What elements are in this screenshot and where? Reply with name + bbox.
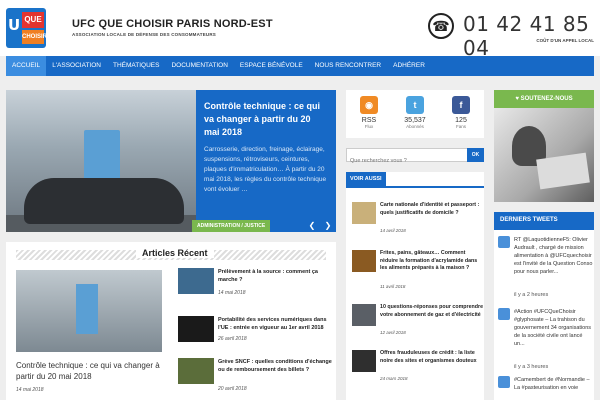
logo-que: QUE	[22, 12, 44, 28]
article-date: 20 avril 2018	[218, 386, 247, 392]
article-title[interactable]: 10 questions-réponses pour comprendre vo…	[380, 304, 484, 319]
phone-icon: ☎	[428, 13, 454, 39]
nav-association[interactable]: L'ASSOCIATION	[46, 56, 107, 76]
social-rss[interactable]: ◉ RSS Flux	[346, 96, 392, 129]
rss-icon: ◉	[360, 96, 378, 114]
twitter-avatar-icon[interactable]	[498, 376, 510, 388]
site-title[interactable]: UFC QUE CHOISIR PARIS NORD-EST	[72, 18, 273, 30]
logo-choisir: CHOISIR	[22, 30, 47, 44]
twitter-icon: t	[406, 96, 424, 114]
article-date: 14 mai 2018	[218, 290, 246, 296]
article-date: 14 avril 2018	[380, 228, 406, 233]
recent-featured-image-machine	[76, 284, 98, 334]
recent-articles: Articles Récent Contrôle technique : ce …	[6, 242, 336, 400]
article-thumbnail[interactable]	[178, 316, 214, 342]
recent-featured-title[interactable]: Contrôle technique : ce qui va changer à…	[16, 360, 166, 382]
voir-aussi-widget: VOIR AUSSI Carte nationale d'identité et…	[346, 172, 484, 400]
support-label: SOUTENEZ-NOUS	[520, 96, 573, 102]
social-label: Fans	[455, 124, 466, 129]
nav-nous-rencontrer[interactable]: NOUS RENCONTRER	[309, 56, 387, 76]
article-thumbnail[interactable]	[352, 304, 376, 326]
search-button[interactable]: OK	[467, 148, 484, 162]
article-title[interactable]: Offres frauduleuses de crédit : la liste…	[380, 350, 484, 365]
list-item: Carte nationale d'identité et passeport …	[352, 202, 482, 236]
article-date: 26 avril 2018	[218, 336, 247, 342]
nav-thematiques[interactable]: THÉMATIQUES	[107, 56, 165, 76]
article-thumbnail[interactable]	[352, 250, 376, 272]
article-date: 11 avril 2018	[380, 284, 406, 289]
search-box: OK	[346, 148, 484, 167]
support-photo-paper	[536, 152, 590, 190]
slide-image[interactable]	[6, 90, 196, 232]
tweet: #Camembert de #Normandie – La #pasteuris…	[498, 376, 592, 400]
social-count: RSS	[361, 117, 377, 124]
article-date: 12 avril 2018	[380, 330, 406, 335]
article-title[interactable]: Portabilité des services numériques dans…	[218, 316, 338, 332]
article-thumbnail[interactable]	[178, 268, 214, 294]
site-header: U QUE CHOISIR UFC QUE CHOISIR PARIS NORD…	[0, 0, 600, 60]
social-twitter[interactable]: t 35,537 Abonnés	[392, 96, 438, 129]
tweet: #Action #UFCQueChoisir #glyphosate – La …	[498, 308, 592, 372]
slide-excerpt: Carrosserie, direction, freinage, éclair…	[204, 146, 327, 193]
slide-panel: Contrôle technique : ce qui va changer à…	[196, 90, 336, 232]
search-input[interactable]	[347, 155, 465, 167]
article-title[interactable]: Prélèvement à la source : comment ça mar…	[218, 268, 338, 284]
list-item: Portabilité des services numériques dans…	[178, 316, 338, 346]
social-count: 35,537	[404, 117, 426, 124]
slide-category-badge[interactable]: ADMINISTRATION / JUSTICE	[192, 220, 271, 232]
social-label: Flux	[364, 124, 374, 129]
article-title[interactable]: Grève SNCF : quelles conditions d'échang…	[218, 358, 338, 374]
slide-title[interactable]: Contrôle technique : ce qui va changer à…	[204, 100, 328, 139]
support-photo[interactable]	[494, 108, 594, 202]
site-logo[interactable]: U QUE CHOISIR	[6, 8, 47, 48]
social-count: 125	[455, 117, 467, 124]
nav-espace-benevole[interactable]: ESPACE BÉNÉVOLE	[234, 56, 309, 76]
social-counters: ◉ RSS Flux t 35,537 Abonnés f 125 Fans	[346, 90, 484, 138]
tweet-text[interactable]: #Action #UFCQueChoisir #glyphosate – La …	[514, 308, 594, 348]
slider-prev-icon[interactable]: ❮	[306, 220, 318, 232]
slide-image-car	[24, 178, 184, 224]
article-thumbnail[interactable]	[178, 358, 214, 384]
recent-featured-date: 14 mai 2018	[16, 387, 44, 393]
tweets-heading: DERNIERS TWEETS	[494, 212, 594, 230]
article-title[interactable]: Frites, pains, gâteaux… Comment réduire …	[380, 250, 484, 273]
main-nav: ACCUEIL L'ASSOCIATION THÉMATIQUES DOCUME…	[6, 56, 594, 76]
slider-next-icon[interactable]: ❯	[322, 220, 334, 232]
tweet-text[interactable]: #Camembert de #Normandie – La #pasteuris…	[514, 376, 592, 392]
list-item: Grève SNCF : quelles conditions d'échang…	[178, 358, 338, 392]
latest-tweets: DERNIERS TWEETS RT @LaquotidienneF5: Oli…	[494, 212, 594, 400]
nav-documentation[interactable]: DOCUMENTATION	[165, 56, 233, 76]
list-item: 10 questions-réponses pour comprendre vo…	[352, 304, 484, 338]
twitter-avatar-icon[interactable]	[498, 236, 510, 248]
article-thumbnail[interactable]	[352, 202, 376, 224]
nav-adherer[interactable]: ADHÉRER	[387, 56, 431, 76]
article-title[interactable]: Carte nationale d'identité et passeport …	[380, 202, 484, 217]
recent-heading: Articles Récent	[136, 248, 214, 258]
list-item: Offres frauduleuses de crédit : la liste…	[352, 350, 482, 384]
tweet-time[interactable]: il y a 3 heures	[514, 364, 548, 370]
facebook-icon: f	[452, 96, 470, 114]
site-subtitle: ASSOCIATION LOCALE DE DÉFENSE DES CONSOM…	[72, 32, 216, 37]
social-label: Abonnés	[406, 124, 424, 129]
article-date: 24 mars 2018	[380, 376, 408, 381]
list-item: Prélèvement à la source : comment ça mar…	[178, 268, 338, 300]
logo-letter: U	[8, 16, 21, 34]
recent-featured-image[interactable]	[16, 270, 162, 352]
featured-slider: Contrôle technique : ce qui va changer à…	[6, 90, 336, 232]
tweet: RT @LaquotidienneF5: Olivier Audrault , …	[498, 236, 592, 300]
social-facebook[interactable]: f 125 Fans	[438, 96, 484, 129]
nav-accueil[interactable]: ACCUEIL	[6, 56, 47, 76]
twitter-avatar-icon[interactable]	[498, 308, 510, 320]
voir-aussi-divider	[346, 186, 484, 188]
list-item: Frites, pains, gâteaux… Comment réduire …	[352, 250, 482, 290]
support-button[interactable]: ♥ SOUTENEZ-NOUS	[494, 90, 594, 108]
article-thumbnail[interactable]	[352, 350, 376, 372]
phone-number: 01 42 41 85 04	[463, 12, 590, 60]
voir-aussi-tab[interactable]: VOIR AUSSI	[346, 172, 386, 186]
tweet-text[interactable]: RT @LaquotidienneF5: Olivier Audrault , …	[514, 236, 594, 276]
tweet-time[interactable]: il y a 2 heures	[514, 292, 548, 298]
phone-note: COÛT D'UN APPEL LOCAL	[536, 38, 594, 43]
